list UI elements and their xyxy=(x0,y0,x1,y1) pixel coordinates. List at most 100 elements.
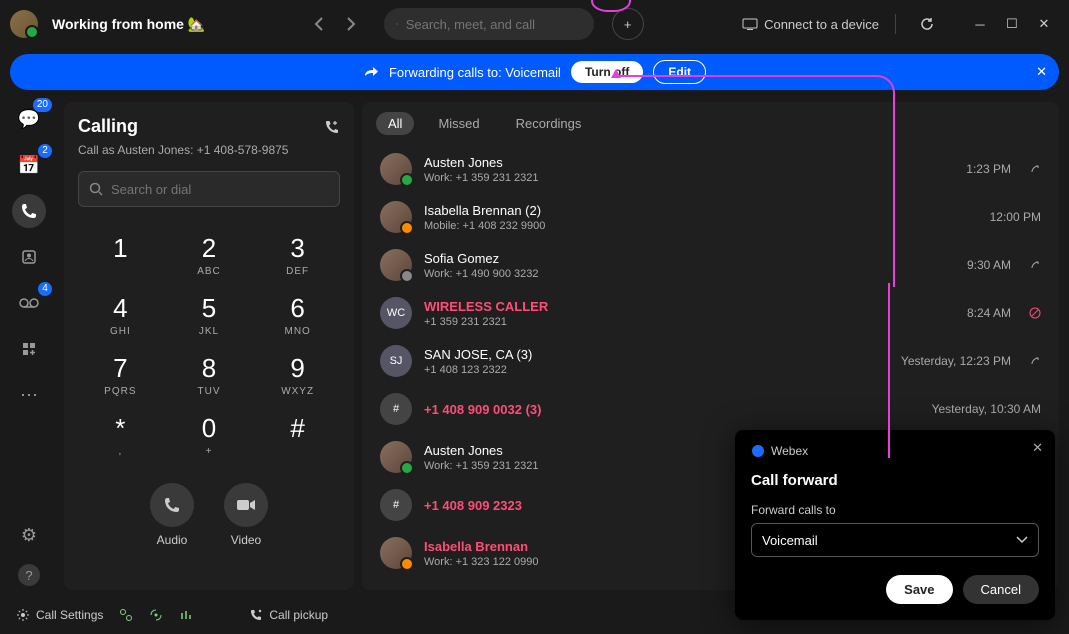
dialpad-key-9[interactable]: 9WXYZ xyxy=(255,347,340,403)
call-pickup-label: Call pickup xyxy=(269,608,328,622)
banner-close[interactable]: ✕ xyxy=(1036,64,1047,80)
row-subtitle: Mobile: +1 408 232 9900 xyxy=(424,220,978,232)
initials-avatar: SJ xyxy=(380,345,412,377)
dial-search[interactable] xyxy=(78,171,340,207)
row-time: 12:00 PM xyxy=(990,210,1041,224)
dialpad-key-4[interactable]: 4GHI xyxy=(78,287,163,343)
dial-input[interactable] xyxy=(111,182,329,197)
modal-label: Forward calls to xyxy=(751,503,1039,517)
calendar-badge: 2 xyxy=(38,144,52,158)
voicemail-badge: 4 xyxy=(38,282,52,296)
chevron-down-icon xyxy=(1016,536,1028,544)
audio-label: Audio xyxy=(157,533,188,547)
calendar-tab[interactable]: 📅2 xyxy=(12,148,46,182)
contact-avatar xyxy=(380,441,412,473)
more-tab[interactable]: ⋯ xyxy=(12,378,46,412)
call-as-text: Call as Austen Jones: +1 408-578-9875 xyxy=(78,143,340,157)
initials-avatar: WC xyxy=(380,297,412,329)
divider xyxy=(895,14,896,34)
video-call-button[interactable] xyxy=(224,483,268,527)
calling-tab[interactable] xyxy=(12,194,46,228)
left-rail: 💬20 📅2 4 ⋯ ⚙ ? xyxy=(0,96,58,596)
history-row[interactable]: SJSAN JOSE, CA (3)+1 408 123 2322Yesterd… xyxy=(370,337,1051,385)
queue-icon-1[interactable] xyxy=(119,608,133,622)
nav-forward[interactable] xyxy=(336,9,366,39)
save-button[interactable]: Save xyxy=(886,575,952,604)
outgoing-icon xyxy=(1029,163,1041,175)
row-name: Sofia Gomez xyxy=(424,251,955,266)
row-time: 1:23 PM xyxy=(966,162,1011,176)
contact-avatar xyxy=(380,153,412,185)
row-subtitle: Work: +1 490 900 3232 xyxy=(424,268,955,280)
global-search[interactable] xyxy=(384,8,594,40)
edit-button[interactable]: Edit xyxy=(653,60,706,84)
call-settings-label: Call Settings xyxy=(36,608,103,622)
row-name: Austen Jones xyxy=(424,155,954,170)
row-time: Yesterday, 10:30 AM xyxy=(932,402,1041,416)
dialpad-key-*[interactable]: *, xyxy=(78,407,163,463)
calling-panel: Calling Call as Austen Jones: +1 408-578… xyxy=(64,102,354,590)
row-time: 8:24 AM xyxy=(967,306,1011,320)
queue-icon-2[interactable] xyxy=(149,608,163,622)
contact-avatar xyxy=(380,537,412,569)
outgoing-icon xyxy=(1029,259,1041,271)
modal-close[interactable]: ✕ xyxy=(1032,440,1043,456)
help-icon[interactable]: ? xyxy=(18,564,40,586)
voicemail-tab[interactable]: 4 xyxy=(12,286,46,320)
cancel-button[interactable]: Cancel xyxy=(963,575,1039,604)
apps-tab[interactable] xyxy=(12,332,46,366)
modal-app-title: Webex xyxy=(751,444,1039,458)
connect-device[interactable]: Connect to a device xyxy=(742,17,879,32)
tab-missed[interactable]: Missed xyxy=(426,112,491,135)
tab-recordings[interactable]: Recordings xyxy=(504,112,594,135)
pickup-icon xyxy=(249,608,263,622)
dialpad-key-#[interactable]: # xyxy=(255,407,340,463)
dialpad-key-0[interactable]: 0+ xyxy=(167,407,252,463)
chat-tab[interactable]: 💬20 xyxy=(12,102,46,136)
modal-heading: Call forward xyxy=(751,472,1039,489)
history-row[interactable]: Austen JonesWork: +1 359 231 23211:23 PM xyxy=(370,145,1051,193)
turn-off-button[interactable]: Turn off xyxy=(571,61,643,83)
search-input[interactable] xyxy=(406,17,582,32)
row-name: SAN JOSE, CA (3) xyxy=(424,347,889,362)
close-button[interactable]: ✕ xyxy=(1029,9,1059,39)
dialpad-key-7[interactable]: 7PQRS xyxy=(78,347,163,403)
row-time: 9:30 AM xyxy=(967,258,1011,272)
minimize-button[interactable]: ─ xyxy=(965,9,995,39)
blocked-icon xyxy=(1029,307,1041,319)
row-name: WIRELESS CALLER xyxy=(424,299,955,314)
history-row[interactable]: Sofia Gomez Work: +1 490 900 3232 9:30 AM xyxy=(370,241,1051,289)
dialpad-key-1[interactable]: 1 xyxy=(78,227,163,283)
row-name: Isabella Brennan (2) xyxy=(424,203,978,218)
video-label: Video xyxy=(231,533,261,547)
refresh-icon[interactable] xyxy=(912,9,942,39)
dialpad-key-5[interactable]: 5JKL xyxy=(167,287,252,343)
tab-all[interactable]: All xyxy=(376,112,414,135)
status-text[interactable]: Working from home 🏡 xyxy=(52,16,205,33)
nav-back[interactable] xyxy=(304,9,334,39)
call-forward-modal: Webex ✕ Call forward Forward calls to Vo… xyxy=(735,430,1055,620)
audio-call-button[interactable] xyxy=(150,483,194,527)
settings-icon[interactable]: ⚙ xyxy=(12,518,46,552)
maximize-button[interactable]: ☐ xyxy=(997,9,1027,39)
webex-icon xyxy=(751,444,765,458)
forwarding-banner: Forwarding calls to: Voicemail Turn off … xyxy=(10,54,1059,90)
forward-select-value: Voicemail xyxy=(762,533,818,548)
dialpad-key-8[interactable]: 8TUV xyxy=(167,347,252,403)
dialpad-key-6[interactable]: 6MNO xyxy=(255,287,340,343)
dialpad-key-2[interactable]: 2ABC xyxy=(167,227,252,283)
self-avatar[interactable] xyxy=(10,10,38,38)
contacts-tab[interactable] xyxy=(12,240,46,274)
row-subtitle: +1 359 231 2321 xyxy=(424,316,955,328)
dialpad-key-3[interactable]: 3DEF xyxy=(255,227,340,283)
history-row[interactable]: Isabella Brennan (2) Mobile: +1 408 232 9… xyxy=(370,193,1051,241)
history-row[interactable]: WC WIRELESS CALLER +1 359 231 2321 8:24 AM xyxy=(370,289,1051,337)
chat-badge: 20 xyxy=(33,98,52,112)
forward-select[interactable]: Voicemail xyxy=(751,523,1039,557)
history-row[interactable]: #+1 408 909 0032 (3)Yesterday, 10:30 AM xyxy=(370,385,1051,433)
make-call-icon[interactable] xyxy=(324,119,340,135)
new-button[interactable]: + xyxy=(612,8,644,40)
call-pickup-button[interactable]: Call pickup xyxy=(249,608,328,622)
queue-icon-3[interactable] xyxy=(179,608,193,622)
call-settings-button[interactable]: Call Settings xyxy=(16,608,103,622)
